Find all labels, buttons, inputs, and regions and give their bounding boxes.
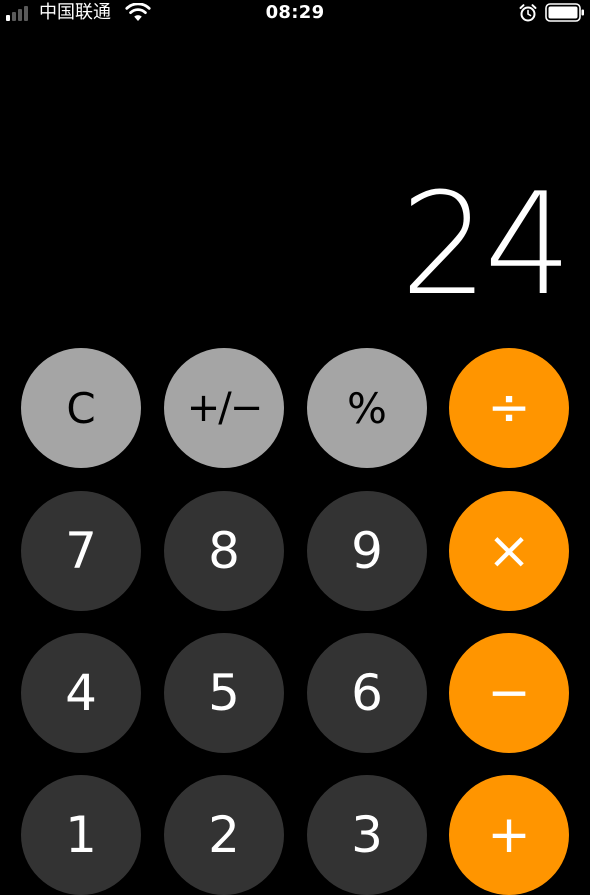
digit-6-button[interactable]: 6 — [307, 633, 427, 753]
percent-button[interactable]: % — [307, 348, 427, 468]
digit-9-button[interactable]: 9 — [307, 491, 427, 611]
plus-minus-label: +/− — [186, 385, 264, 431]
status-time: 08:29 — [265, 2, 325, 23]
digit-1-button[interactable]: 1 — [21, 775, 141, 895]
digit-7-button[interactable]: 7 — [21, 491, 141, 611]
digit-4-button[interactable]: 4 — [21, 633, 141, 753]
multiply-button[interactable]: × — [449, 491, 569, 611]
status-bar: 中国联通 08:29 — [0, 0, 590, 28]
battery-icon — [545, 3, 584, 22]
digit-2-button[interactable]: 2 — [164, 775, 284, 895]
subtract-button[interactable]: − — [449, 633, 569, 753]
plus-minus-button[interactable]: +/− — [164, 348, 284, 468]
calculator-display: 24 — [400, 162, 572, 327]
digit-8-button[interactable]: 8 — [164, 491, 284, 611]
alarm-icon — [519, 4, 537, 22]
digit-5-button[interactable]: 5 — [164, 633, 284, 753]
divide-button[interactable]: ÷ — [449, 348, 569, 468]
clear-button[interactable]: C — [21, 348, 141, 468]
digit-3-button[interactable]: 3 — [307, 775, 427, 895]
add-button[interactable]: + — [449, 775, 569, 895]
